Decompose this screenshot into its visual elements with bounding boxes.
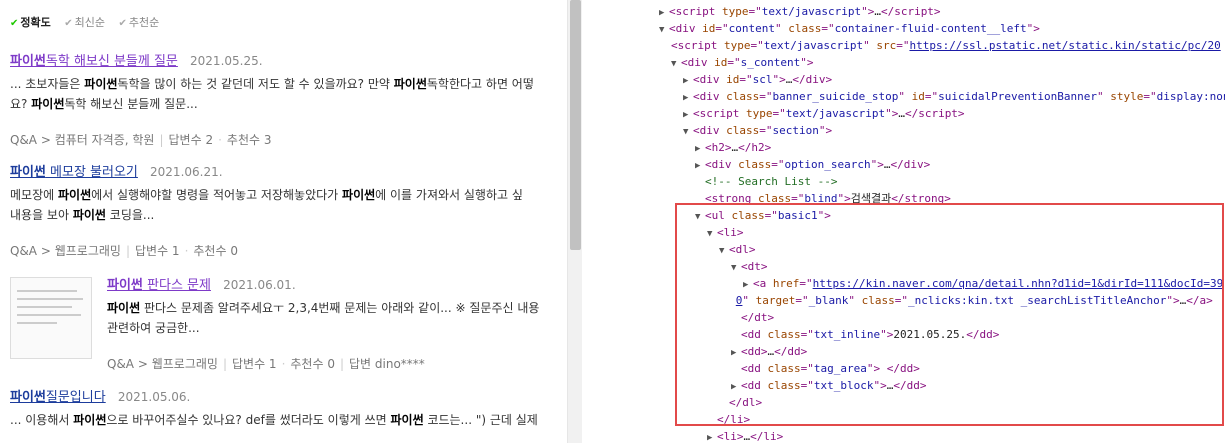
dom-node-line[interactable]: ▶ <a href="https://kin.naver.com/qna/deta… (743, 275, 1223, 292)
dom-node-line[interactable]: <!-- Search List --> (695, 173, 837, 190)
sort-latest[interactable]: ✔ 최신순 (64, 14, 105, 30)
scrollbar-thumb[interactable] (570, 0, 581, 250)
dom-node-line[interactable]: </dt> (731, 309, 774, 326)
dom-node-line[interactable]: ▶ <h2>…</h2> (695, 139, 771, 156)
check-icon: ✔ (64, 18, 73, 29)
answer-count: 답변수 2 (168, 133, 214, 147)
result-date: 2021.05.25. (190, 54, 263, 68)
result-title-link[interactable]: 파이썬 메모장 불러오기 (10, 165, 138, 180)
result-snippet: 파이썬 판다스 문제좀 알려주세요ㅜ 2,3,4번째 문제는 아래와 같이...… (107, 301, 540, 335)
result-title-link[interactable]: 파이썬질문입니다 (10, 390, 106, 405)
devtools-elements-panel: ▶ <script type="text/javascript">…</scrip… (583, 0, 1225, 443)
collapse-triangle-icon[interactable]: ▼ (671, 56, 681, 73)
dom-node-line[interactable]: </li> (707, 411, 750, 428)
dom-node-line[interactable]: ▶ <script type="text/javascript">…</scrip… (659, 3, 941, 20)
dom-node-line[interactable]: ▼ <li> (707, 224, 744, 241)
dom-node-line[interactable]: ▶ <dd class="txt_block">…</dd> (731, 377, 926, 394)
dom-node-line[interactable]: ▶ <div class="option_search">…</div> (695, 156, 930, 173)
search-results-pane: ✔ 정확도 ✔ 최신순 ✔ 추천순 파이썬독학 해보신 분들께 질문 2021.05.… (0, 0, 567, 443)
dom-node-line[interactable]: ▼ <div id="s_content"> (671, 54, 813, 71)
dom-node-line[interactable]: <dd class="tag_area"> </dd> (731, 360, 920, 377)
check-icon: ✔ (10, 18, 19, 29)
answer-count: 답변수 1 (231, 357, 277, 371)
result-title-link[interactable]: 파이썬독학 해보신 분들께 질문 (10, 54, 178, 69)
answerer: 답변 dino**** (349, 357, 425, 371)
recommend-count: 추천수 3 (226, 133, 272, 147)
dom-node-line[interactable]: ▼ <div class="section"> (683, 122, 832, 139)
dom-node-line[interactable]: <strong class="blind">검색결과</strong> (695, 190, 951, 207)
dom-node-line[interactable]: ▼ <div id="content" class="container-flui… (659, 20, 1040, 37)
category-link[interactable]: Q&A > 웹프로그래밍 (107, 357, 218, 371)
result-item: 파이썬질문입니다 2021.05.06. ... 이용해서 파이썬으로 바꾸어주… (10, 388, 567, 430)
result-thumbnail[interactable] (10, 277, 92, 359)
result-snippet: ... 이용해서 파이썬으로 바꾸어주실수 있나요? def를 썼더라도 이렇게… (10, 413, 538, 427)
result-date: 2021.06.21. (150, 165, 223, 179)
expand-triangle-icon[interactable]: ▶ (707, 430, 717, 443)
recommend-count: 추천수 0 (193, 244, 238, 258)
dom-node-line[interactable]: ▶ <div class="banner_suicide_stop" id="su… (683, 88, 1225, 105)
sort-options: ✔ 정확도 ✔ 최신순 ✔ 추천순 (10, 14, 169, 30)
sort-recommended[interactable]: ✔ 추천순 (119, 14, 160, 30)
category-link[interactable]: Q&A > 웹프로그래밍 (10, 244, 121, 258)
collapse-triangle-icon[interactable]: ▼ (683, 124, 693, 141)
result-date: 2021.05.06. (117, 390, 191, 404)
result-snippet: 메모장에 파이썬에서 실행해야할 명령을 적어놓고 저장해놓았다가 파이썬에 이… (10, 188, 523, 222)
result-item: 파이썬 판다스 문제 2021.06.01. 파이썬 판다스 문제좀 알려주세요… (107, 276, 567, 372)
result-snippet: ... 초보자들은 파이썬독학을 많이 하는 것 같던데 저도 할 수 있을까요… (10, 77, 534, 111)
category-link[interactable]: Q&A > 컴퓨터 자격증, 학원 (10, 133, 154, 147)
recommend-count: 추천수 0 (290, 357, 335, 371)
dom-node-line[interactable]: ▼ <ul class="basic1"> (695, 207, 831, 224)
dom-node-line[interactable]: ▶ <li>…</li> (707, 428, 783, 443)
check-icon: ✔ (118, 18, 127, 29)
dom-node-line[interactable]: ▼ <dt> (731, 258, 768, 275)
result-item: 파이썬독학 해보신 분들께 질문 2021.05.25. ... 초보자들은 파… (10, 52, 567, 148)
sort-accuracy[interactable]: ✔ 정확도 (10, 14, 51, 30)
dom-node-line[interactable]: ▶ <div id="scl">…</div> (683, 71, 832, 88)
dom-node-line[interactable]: 0" target="_blank" class="_nclicks:kin.t… (736, 292, 1213, 309)
dom-node-line[interactable]: ▶ <dd>…</dd> (731, 343, 807, 360)
dom-node-line[interactable]: </dl> (719, 394, 762, 411)
dom-node-line[interactable]: ▶ <script type="text/javascript">…</scrip… (683, 105, 965, 122)
result-title-link[interactable]: 파이썬 판다스 문제 (107, 278, 211, 293)
collapse-triangle-icon[interactable]: ▼ (707, 226, 717, 243)
result-meta: Q&A > 컴퓨터 자격증, 학원 | 답변수 2 · 추천수 3 (10, 133, 272, 147)
collapse-triangle-icon[interactable]: ▼ (731, 260, 741, 277)
dom-node-line[interactable]: <dd class="txt_inline">2021.05.25.</dd> (731, 326, 999, 343)
answer-count: 답변수 1 (134, 244, 180, 258)
result-item: 파이썬 메모장 불러오기 2021.06.21. 메모장에 파이썬에서 실행해야… (10, 163, 567, 259)
dom-node-line[interactable]: ▼ <dl> (719, 241, 756, 258)
result-meta: Q&A > 웹프로그래밍 | 답변수 1 · 추천수 0 | 답변 dino**** (107, 357, 425, 371)
result-meta: Q&A > 웹프로그래밍 | 답변수 1 · 추천수 0 (10, 244, 238, 258)
collapse-triangle-icon[interactable]: ▼ (695, 209, 705, 226)
collapse-triangle-icon[interactable]: ▼ (719, 243, 729, 260)
collapse-triangle-icon[interactable]: ▼ (659, 22, 669, 39)
result-date: 2021.06.01. (223, 278, 296, 292)
dom-node-line[interactable]: <script type="text/javascript" src="http… (671, 37, 1221, 54)
vertical-scrollbar[interactable] (567, 0, 582, 443)
